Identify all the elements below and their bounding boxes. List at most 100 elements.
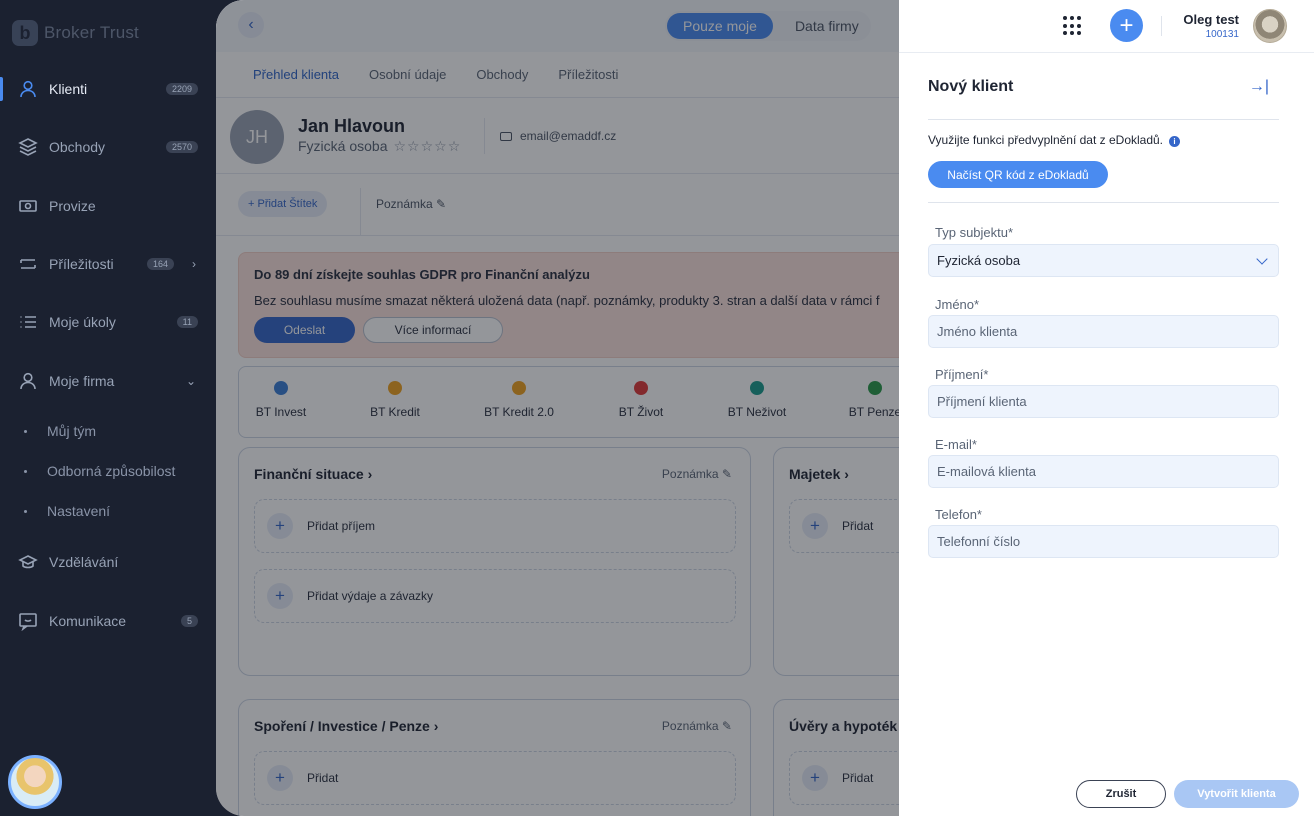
card-title[interactable]: Úvěry a hypoték (789, 718, 897, 734)
add-expenses-button[interactable]: + Přidat výdaje a závazky (254, 569, 736, 623)
card-title[interactable]: Spoření / Investice / Penze › (254, 718, 438, 734)
sidebar-subitem-muj-tym[interactable]: Můj tým (0, 416, 216, 446)
logo: b Broker Trust (12, 18, 139, 48)
user-avatar[interactable] (1253, 9, 1287, 43)
plus-icon: + (802, 513, 828, 539)
chevron-down-icon: ⌄ (185, 374, 196, 388)
sidebar-item-label: Komunikace (49, 613, 127, 629)
card-sporeni-investice-penze: Spoření / Investice / Penze › Poznámka ✎… (238, 699, 751, 816)
product-bt-invest[interactable]: BT Invest (231, 381, 331, 419)
phone-input[interactable]: Telefonní číslo (928, 525, 1279, 558)
card-note-link[interactable]: Poznámka ✎ (662, 719, 732, 733)
sidebar-count-badge: 5 (180, 615, 198, 627)
client-email[interactable]: email@emaddf.cz (500, 129, 616, 143)
add-row-label: Přidat (842, 771, 874, 785)
sidebar-item-moje-firma[interactable]: Moje firma ⌄ (0, 361, 216, 401)
product-bt-nezivot[interactable]: BT Neživot (707, 381, 807, 419)
back-button[interactable]: ‹ (238, 12, 264, 38)
first-name-input[interactable]: Jméno klienta (928, 315, 1279, 348)
tab-prilezitosti[interactable]: Příležitosti (558, 67, 618, 82)
note-link[interactable]: Poznámka ✎ (376, 197, 446, 211)
add-savings-button[interactable]: + Přidat (254, 751, 736, 805)
tab-obchody[interactable]: Obchody (476, 67, 528, 82)
plus-icon: + (802, 765, 828, 791)
subject-type-value: Fyzická osoba (937, 253, 1021, 268)
subject-type-select[interactable]: Fyzická osoba (928, 244, 1279, 277)
toggle-company-data[interactable]: Data firmy (773, 13, 869, 39)
card-title[interactable]: Majetek › (789, 466, 849, 482)
sidebar-item-provize[interactable]: Provize (0, 186, 216, 226)
tab-osobni-udaje[interactable]: Osobní údaje (369, 67, 446, 82)
sidebar-item-moje-ukoly[interactable]: Moje úkoly 11 (0, 302, 216, 342)
divider (360, 188, 361, 236)
add-row-label: Přidat (842, 519, 874, 533)
last-name-label: Příjmení* (935, 367, 989, 382)
apps-grid-icon[interactable] (1063, 16, 1083, 36)
sidebar-item-label: Příležitosti (49, 256, 114, 272)
product-logo-icon (868, 381, 882, 395)
add-income-button[interactable]: + Přidat příjem (254, 499, 736, 553)
product-label: BT Neživot (727, 405, 787, 419)
add-row-label: Přidat (307, 771, 339, 785)
sidebar-item-label: Klienti (49, 81, 88, 97)
add-tag-button[interactable]: + Přidat Štítek (238, 191, 328, 217)
divider (1161, 16, 1162, 36)
sidebar-subitem-odborna-zpusobilost[interactable]: Odborná způsobilost (0, 456, 216, 486)
sidebar-item-label: Moje firma (49, 373, 115, 389)
sidebar-subitem-label: Můj tým (47, 423, 96, 439)
user-id: 100131 (1205, 29, 1239, 40)
logo-mark-icon: b (12, 20, 38, 46)
product-bt-kredit-2[interactable]: BT Kredit 2.0 (469, 381, 569, 419)
sidebar-item-label: Provize (49, 198, 96, 214)
client-type: Fyzická osoba ☆☆☆☆☆ (298, 138, 461, 155)
email-input[interactable]: E-mailová klienta (928, 455, 1279, 488)
tab-prehled-klienta[interactable]: Přehled klienta (253, 67, 339, 82)
gdpr-send-button[interactable]: Odeslat (254, 317, 355, 343)
sidebar-item-prilezitosti[interactable]: Příležitosti 164 › (0, 244, 216, 284)
client-type-label: Fyzická osoba (298, 138, 388, 154)
toggle-only-mine[interactable]: Pouze moje (667, 13, 773, 39)
divider (928, 119, 1279, 120)
product-bt-zivot[interactable]: BT Život (591, 381, 691, 419)
card-note-link[interactable]: Poznámka ✎ (662, 467, 732, 481)
panel-title: Nový klient (928, 78, 1014, 95)
logo-text: Broker Trust (44, 23, 139, 42)
panel-topbar: + Oleg test 100131 (899, 0, 1314, 53)
last-name-input[interactable]: Příjmení klienta (928, 385, 1279, 418)
product-logo-icon (512, 381, 526, 395)
sidebar-subitem-nastaveni[interactable]: Nastavení (0, 496, 216, 526)
sidebar-item-klienti[interactable]: Klienti 2209 (0, 69, 216, 109)
money-icon (18, 196, 38, 216)
sidebar-item-komunikace[interactable]: Komunikace 5 (0, 601, 216, 641)
sidebar-item-label: Obchody (49, 139, 106, 155)
sidebar-subitem-label: Odborná způsobilost (47, 463, 176, 479)
create-client-button[interactable]: Vytvořit klienta (1174, 780, 1299, 808)
sidebar: b Broker Trust Klienti 2209 Obchody 2570… (0, 0, 216, 816)
rating-stars-icon[interactable]: ☆☆☆☆☆ (393, 138, 461, 154)
card-title[interactable]: Finanční situace › (254, 466, 372, 482)
load-qr-button[interactable]: Načíst QR kód z eDokladů (928, 161, 1108, 188)
sidebar-item-vzdelavani[interactable]: Vzdělávání (0, 542, 216, 582)
graduation-icon (18, 552, 38, 572)
collapse-panel-icon[interactable]: →| (1249, 77, 1269, 97)
gdpr-more-info-button[interactable]: Více informací (363, 317, 503, 343)
product-label: BT Invest (255, 405, 307, 419)
add-new-button[interactable]: + (1110, 9, 1143, 42)
current-user-avatar[interactable] (8, 755, 62, 809)
product-logo-icon (274, 381, 288, 395)
client-email-text: email@emaddf.cz (520, 129, 617, 143)
info-icon[interactable]: i (1169, 136, 1181, 147)
gdpr-title: Do 89 dní získejte souhlas GDPR pro Fina… (254, 267, 590, 282)
plus-icon: + (267, 513, 293, 539)
cancel-button[interactable]: Zrušit (1076, 780, 1166, 808)
user-icon (18, 79, 38, 99)
product-bt-kredit[interactable]: BT Kredit (345, 381, 445, 419)
phone-label: Telefon* (935, 507, 982, 522)
sidebar-count-badge: 164 (146, 258, 174, 270)
layers-icon (18, 137, 38, 157)
client-name: Jan Hlavoun (298, 116, 406, 136)
bullet-icon (24, 429, 27, 433)
sidebar-item-obchody[interactable]: Obchody 2570 (0, 127, 216, 167)
sidebar-count-badge: 2209 (165, 83, 198, 95)
sidebar-subitem-label: Nastavení (47, 503, 111, 519)
